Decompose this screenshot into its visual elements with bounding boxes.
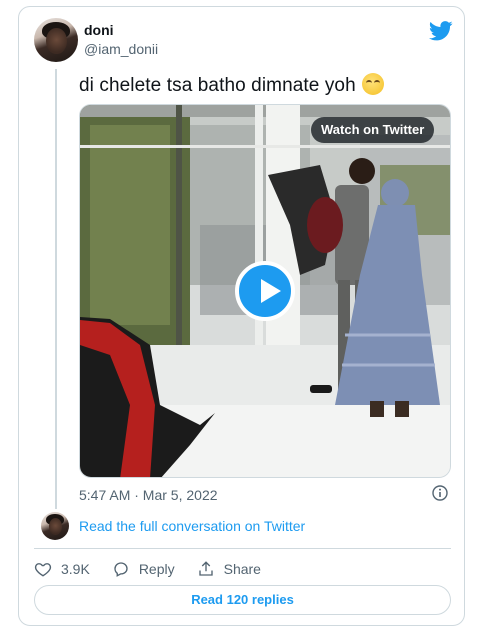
twitter-bird-icon[interactable] — [429, 21, 453, 41]
reply-button[interactable]: Reply — [112, 560, 175, 578]
reply-bubble-icon — [114, 562, 128, 577]
author-handle[interactable]: @iam_donii — [84, 41, 158, 57]
embedded-tweet-card[interactable]: doni @iam_donii di chelete tsa batho dim… — [18, 6, 465, 626]
read-full-conversation-link[interactable]: Read the full conversation on Twitter — [79, 518, 305, 534]
watch-on-twitter-button[interactable]: Watch on Twitter — [311, 117, 435, 143]
video-thumbnail[interactable]: Watch on Twitter — [79, 104, 451, 478]
share-button[interactable]: Share — [197, 560, 261, 578]
tweet-actions: 3.9K Reply Share — [34, 557, 283, 581]
rolling-eyes-emoji-icon — [361, 73, 384, 95]
heart-icon — [34, 563, 52, 577]
share-icon — [198, 561, 213, 576]
tweet-text: di chelete tsa batho dimnate yoh — [79, 73, 384, 97]
read-replies-button[interactable]: Read 120 replies — [34, 585, 451, 615]
share-label: Share — [223, 561, 261, 577]
tweet-text-body: di chelete tsa batho dimnate yoh — [79, 75, 356, 96]
reply-avatar — [41, 512, 69, 540]
reply-label: Reply — [138, 561, 175, 577]
divider — [34, 548, 451, 549]
tweet-timestamp[interactable]: 5:47 AM · Mar 5, 2022 — [79, 487, 218, 503]
author-name[interactable]: doni — [84, 22, 114, 38]
author-avatar[interactable] — [34, 18, 78, 62]
play-icon[interactable] — [235, 261, 295, 321]
info-icon[interactable] — [432, 485, 448, 501]
like-count: 3.9K — [61, 561, 90, 577]
like-button[interactable]: 3.9K — [34, 560, 90, 578]
thread-line — [55, 69, 57, 509]
